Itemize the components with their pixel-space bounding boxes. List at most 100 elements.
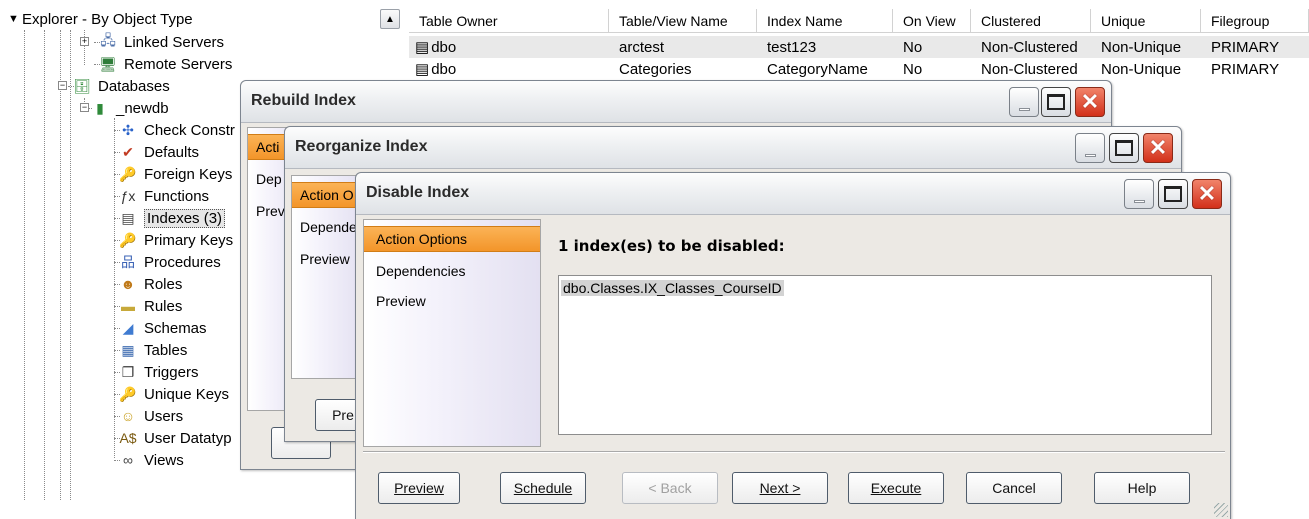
disable-side-preview[interactable]: Preview [364,288,540,314]
tree-item-roles[interactable]: ☻ Roles [118,273,183,295]
close-icon: ✕ [1148,135,1168,160]
table-cell: PRIMARY [1211,38,1280,56]
resize-grip[interactable] [1214,503,1228,517]
tree-connector [114,174,120,175]
disable-maximize-button[interactable] [1158,179,1188,209]
dialog-separator [363,451,1225,453]
tree-item-user-datatypes[interactable]: A$ User Datatyp [118,427,231,449]
expand-icon[interactable]: + [80,37,89,46]
index-row-icon: ▤ [415,61,430,78]
reorganize-maximize-button[interactable] [1109,133,1139,163]
tree-item-label: Users [144,407,184,425]
table-owner-text: dbo [431,61,457,78]
disable-minimize-button[interactable] [1124,179,1154,209]
cancel-button[interactable]: Cancel [966,472,1062,504]
grid-column-header[interactable]: Filegroup [1201,9,1309,32]
tree-item-tables[interactable]: ▦ Tables [118,339,187,361]
disable-titlebar[interactable]: Disable Index ✕ [356,173,1230,215]
tree-item-indexes[interactable]: ▤ Indexes (3) [118,207,226,229]
explorer-header[interactable]: ▼ Explorer - By Object Type [0,8,402,30]
tree-item-database[interactable]: ▮ _newdb [90,97,168,119]
collapse-triangle-icon[interactable]: ▼ [8,13,22,25]
rebuild-minimize-button[interactable] [1009,87,1039,117]
reorganize-side-action[interactable]: Action O [292,182,364,208]
tree-connector [114,350,120,351]
tree-guide [60,30,61,500]
reorganize-close-button[interactable]: ✕ [1143,133,1173,163]
tree-connector [114,240,120,241]
collapse-icon[interactable]: − [80,103,89,112]
tree-connector [114,130,120,131]
grid-column-header[interactable]: Table Owner [409,9,609,32]
tree-item-remote-servers[interactable]: 🖥 Remote Servers [98,53,232,75]
table-cell: Non-Clustered [981,38,1078,56]
tree-item-unique-keys[interactable]: 🔑 Unique Keys [118,383,229,405]
tree-connector [94,64,100,65]
tree-item-defaults[interactable]: ✔ Defaults [118,141,199,163]
index-list-item[interactable]: dbo.Classes.IX_Classes_CourseID [561,280,784,296]
tree-item-users[interactable]: ☺ Users [118,405,183,427]
disable-sidebar: Action Options Dependencies Preview [363,219,541,447]
grid-column-header[interactable]: Clustered [971,9,1091,32]
tree-connector [114,328,120,329]
disable-side-action-options[interactable]: Action Options [364,226,540,252]
close-icon: ✕ [1197,181,1217,206]
grid-column-header[interactable]: On View [893,9,971,32]
tree-item-label: Rules [144,297,183,315]
tree-connector [114,306,120,307]
tree-item-foreign-keys[interactable]: 🔑 Foreign Keys [118,163,232,185]
tree-connector [114,196,120,197]
tree-item-linked-servers[interactable]: 🖧 Linked Servers [98,31,224,53]
schedule-button-label: Schedule [513,480,573,496]
tree-item-primary-keys[interactable]: 🔑 Primary Keys [118,229,233,251]
tree-item-functions[interactable]: ƒx Functions [118,185,209,207]
back-button-label: < Back [648,480,692,496]
disable-heading: 1 index(es) to be disabled: [558,237,785,255]
reorganize-side-dependencies[interactable]: Dependenc [292,214,372,240]
schedule-button[interactable]: Schedule [500,472,586,504]
help-button[interactable]: Help [1094,472,1190,504]
minimize-icon [1018,107,1030,111]
tree-item-schemas[interactable]: ◢ Schemas [118,317,207,339]
tree-connector [114,152,120,153]
grid-column-header[interactable]: Unique [1091,9,1201,32]
preview-button[interactable]: Preview [378,472,460,504]
tree-item-triggers[interactable]: ❐ Triggers [118,361,199,383]
preview-button-label: Preview [394,480,444,496]
rebuild-titlebar[interactable]: Rebuild Index ✕ [241,81,1111,123]
triggers-icon: ❐ [121,363,135,380]
tree-item-databases[interactable]: 🗄 Databases [72,75,170,97]
table-cell: PRIMARY [1211,60,1280,78]
index-list-box[interactable]: dbo.Classes.IX_Classes_CourseID [558,275,1212,435]
rebuild-maximize-button[interactable] [1041,87,1071,117]
databases-icon: 🗄 [73,77,91,94]
tree-item-rules[interactable]: ▬ Rules [118,295,182,317]
scroll-up-icon: ▲ [385,13,395,25]
reorganize-side-preview[interactable]: Preview [292,246,364,272]
indexes-icon: ▤ [121,209,135,226]
maximize-icon [1047,94,1065,110]
tree-item-procedures[interactable]: 品 Procedures [118,251,221,273]
reorganize-titlebar[interactable]: Reorganize Index ✕ [285,127,1181,169]
grid-column-header[interactable]: Table/View Name [609,9,757,32]
table-row[interactable]: ▤ dbo arctest test123 No Non-Clustered Non-Uni… [409,36,1309,58]
reorganize-minimize-button[interactable] [1075,133,1105,163]
rebuild-close-button[interactable]: ✕ [1075,87,1105,117]
table-cell: Non-Unique [1101,38,1182,56]
execute-button-label: Execute [870,480,922,496]
tree-item-label: Roles [144,275,183,293]
tree-item-views[interactable]: ∞ Views [118,449,184,471]
collapse-icon[interactable]: − [58,81,67,90]
tree-item-check-constraint[interactable]: ✣ Check Constr [118,119,235,141]
back-button[interactable]: < Back [622,472,718,504]
table-cell: Non-Clustered [981,60,1078,78]
disable-side-dependencies[interactable]: Dependencies [364,258,540,284]
scroll-up-button[interactable]: ▲ [380,9,400,29]
tree-item-label: Linked Servers [124,33,225,51]
next-button[interactable]: Next > [732,472,828,504]
schemas-icon: ◢ [122,319,134,336]
grid-column-header[interactable]: Index Name [757,9,893,32]
execute-button[interactable]: Execute [848,472,944,504]
disable-close-button[interactable]: ✕ [1192,179,1222,209]
table-row[interactable]: ▤ dbo Categories CategoryName No Non-Clustere… [409,58,1309,80]
